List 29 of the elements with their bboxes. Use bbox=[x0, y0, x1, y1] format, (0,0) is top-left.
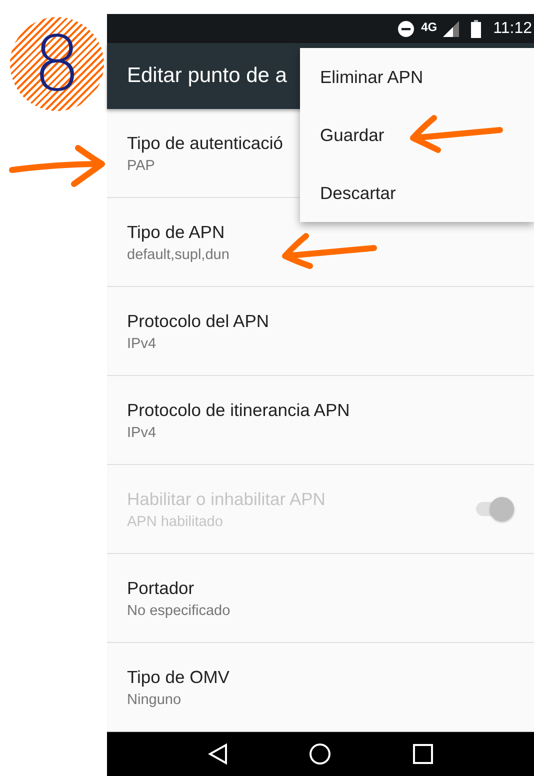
arrow-icon bbox=[408, 112, 504, 154]
setting-title: Tipo de autenticació bbox=[127, 132, 283, 154]
setting-title: Tipo de APN bbox=[127, 222, 225, 243]
setting-summary: IPv4 bbox=[127, 336, 156, 352]
screen-title: Editar punto de a bbox=[127, 64, 287, 88]
menu-item[interactable]: Eliminar APN bbox=[300, 48, 534, 106]
setting-summary: Ninguno bbox=[127, 692, 182, 708]
network-type: 4G bbox=[421, 20, 438, 34]
setting-title: Protocolo del APN bbox=[127, 310, 270, 332]
setting-title: Tipo de OMV bbox=[127, 666, 230, 688]
clock: 11:12 bbox=[493, 20, 532, 38]
setting-summary: default,supl,dun bbox=[127, 246, 230, 263]
back-icon[interactable] bbox=[208, 743, 228, 766]
do-not-disturb-icon bbox=[397, 20, 416, 38]
setting-title: Protocolo de itinerancia APN bbox=[127, 400, 350, 421]
home-icon[interactable] bbox=[309, 743, 332, 766]
setting-summary: No especificado bbox=[127, 602, 230, 619]
battery-icon bbox=[471, 20, 482, 38]
settings-item[interactable]: Portador No especificado bbox=[107, 554, 534, 644]
setting-title: Portador bbox=[127, 578, 194, 599]
arrow-icon bbox=[8, 144, 108, 188]
recents-icon[interactable] bbox=[413, 744, 434, 764]
menu-item[interactable]: Guardar bbox=[300, 106, 534, 164]
setting-summary: PAP bbox=[127, 158, 155, 174]
setting-summary: IPv4 bbox=[127, 424, 156, 441]
settings-item[interactable]: Protocolo del APN IPv4 bbox=[107, 287, 534, 376]
arrow-icon bbox=[280, 230, 378, 270]
settings-item[interactable]: Protocolo de itinerancia APN IPv4 bbox=[107, 376, 534, 466]
signal-icon bbox=[443, 20, 460, 37]
